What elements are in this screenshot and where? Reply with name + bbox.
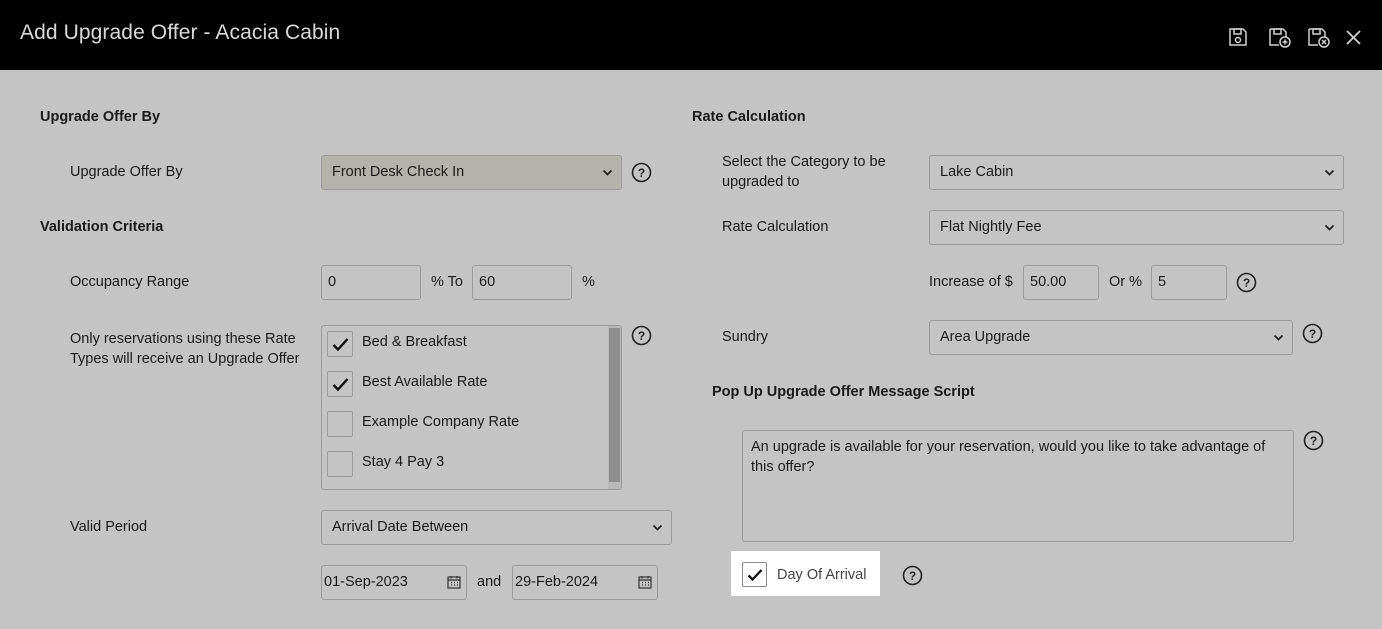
sundry-value: Area Upgrade [940, 329, 1031, 345]
form-body: Upgrade Offer By Upgrade Offer By Front … [0, 70, 1382, 629]
and-label: and [477, 574, 502, 590]
occupancy-from-input[interactable]: 0 [321, 265, 421, 300]
chevron-down-icon [1324, 224, 1335, 231]
occupancy-range-label: Occupancy Range [70, 274, 190, 290]
date-to-value: 29-Feb-2024 [515, 574, 599, 590]
date-from-value: 01-Sep-2023 [324, 574, 408, 590]
rate-types-list[interactable]: Bed & Breakfast Best Available Rate Exam… [321, 325, 622, 490]
chevron-down-icon [602, 169, 613, 176]
upgrade-offer-by-label: Upgrade Offer By [70, 164, 183, 180]
upgrade-offer-by-value: Front Desk Check In [332, 164, 465, 180]
scrollbar-track[interactable] [608, 326, 621, 489]
calendar-icon[interactable] [447, 575, 461, 589]
svg-text:?: ? [638, 166, 645, 180]
calendar-icon[interactable] [638, 575, 652, 589]
svg-text:?: ? [638, 329, 645, 343]
rate-type-checkbox[interactable] [327, 411, 353, 437]
help-icon[interactable]: ? [631, 325, 652, 346]
save-icon[interactable] [1227, 26, 1249, 48]
day-of-arrival-label[interactable]: Day Of Arrival [777, 565, 866, 585]
message-script-textarea[interactable]: An upgrade is available for your reserva… [742, 430, 1294, 542]
section-rate-calculation: Rate Calculation [692, 109, 806, 125]
help-icon[interactable]: ? [1236, 272, 1257, 293]
sundry-label: Sundry [722, 329, 768, 345]
rate-type-checkbox[interactable] [327, 331, 353, 357]
rate-type-label: Best Available Rate [362, 374, 488, 390]
close-icon[interactable] [1345, 26, 1363, 48]
window-title: Add Upgrade Offer - Acacia Cabin [20, 21, 341, 44]
svg-text:?: ? [1310, 434, 1317, 448]
rate-calculation-select[interactable]: Flat Nightly Fee [929, 210, 1344, 245]
title-bar: Add Upgrade Offer - Acacia Cabin [0, 0, 1382, 70]
upgrade-offer-by-select[interactable]: Front Desk Check In [321, 155, 622, 190]
rate-calculation-label: Rate Calculation [722, 219, 829, 235]
help-icon[interactable]: ? [1303, 430, 1324, 451]
chevron-down-icon [1324, 169, 1335, 176]
occupancy-to-label: % To [431, 274, 463, 290]
save-new-icon[interactable] [1267, 26, 1293, 48]
help-icon[interactable]: ? [902, 565, 923, 586]
rate-type-label: Stay 4 Pay 3 [362, 454, 445, 470]
rate-calculation-value: Flat Nightly Fee [940, 219, 1042, 235]
date-to-input[interactable]: 29-Feb-2024 [512, 565, 658, 600]
occupancy-to-input[interactable]: 60 [472, 265, 572, 300]
valid-period-select[interactable]: Arrival Date Between [321, 510, 672, 545]
sundry-select[interactable]: Area Upgrade [929, 320, 1293, 355]
svg-text:?: ? [909, 569, 916, 583]
rate-type-checkbox[interactable] [327, 371, 353, 397]
or-percent-input[interactable]: 5 [1151, 265, 1227, 300]
occupancy-percent-label: % [582, 274, 595, 290]
section-validation-criteria: Validation Criteria [40, 219, 164, 235]
rate-types-label: Only reservations using these Rate Types… [70, 331, 300, 367]
chevron-down-icon [1273, 334, 1284, 341]
valid-period-value: Arrival Date Between [332, 519, 469, 535]
category-value: Lake Cabin [940, 164, 1014, 180]
svg-text:?: ? [1243, 276, 1250, 290]
day-of-arrival-checkbox[interactable] [742, 562, 767, 587]
scrollbar-thumb[interactable] [609, 328, 620, 482]
help-icon[interactable]: ? [1302, 323, 1323, 344]
increase-input[interactable]: 50.00 [1023, 265, 1099, 300]
rate-type-checkbox[interactable] [327, 451, 353, 477]
category-label: Select the Category to be upgraded to [722, 154, 886, 190]
date-from-input[interactable]: 01-Sep-2023 [321, 565, 467, 600]
section-upgrade-offer-by: Upgrade Offer By [40, 109, 161, 125]
rate-type-label: Example Company Rate [362, 414, 520, 430]
or-percent-label: Or % [1109, 274, 1143, 290]
svg-text:?: ? [1309, 327, 1316, 341]
chevron-down-icon [652, 524, 663, 531]
category-select[interactable]: Lake Cabin [929, 155, 1344, 190]
help-icon[interactable]: ? [631, 162, 652, 183]
rate-type-label: Bed & Breakfast [362, 334, 467, 350]
section-popup-message-script: Pop Up Upgrade Offer Message Script [712, 384, 975, 400]
increase-label: Increase of $ [929, 274, 1013, 290]
save-close-icon[interactable] [1306, 26, 1332, 48]
valid-period-label: Valid Period [70, 519, 148, 535]
